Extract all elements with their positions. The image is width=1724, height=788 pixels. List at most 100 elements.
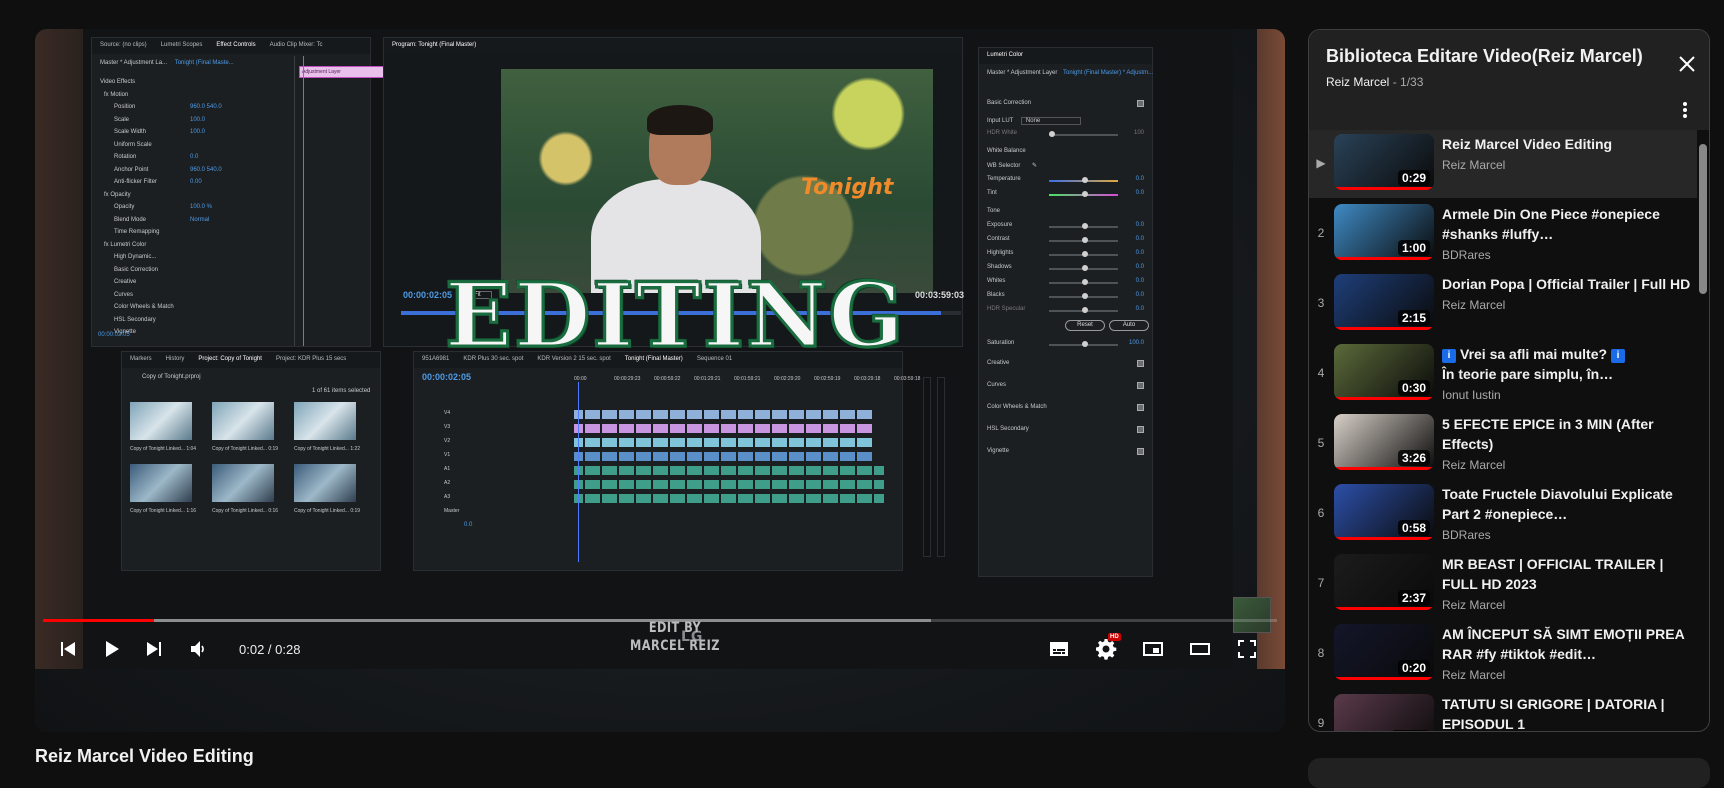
playlist-item-channel[interactable]: Ionut Iustin xyxy=(1442,388,1693,402)
playlist-item-channel[interactable]: Reiz Marcel xyxy=(1442,668,1693,682)
clip-thumbnail[interactable] xyxy=(294,464,356,502)
auto-button[interactable]: Auto xyxy=(1109,320,1149,331)
close-playlist-button[interactable] xyxy=(1675,52,1699,76)
miniplayer-button[interactable] xyxy=(1135,631,1171,667)
tone-slider[interactable] xyxy=(1049,293,1118,299)
theater-mode-button[interactable] xyxy=(1182,631,1218,667)
fx-item[interactable]: Anti-flicker Filter xyxy=(100,176,174,189)
clip-thumbnail[interactable] xyxy=(130,402,192,440)
fx-value[interactable]: 100.0 % xyxy=(190,201,212,214)
track-clips[interactable] xyxy=(574,466,884,475)
saturation-slider[interactable] xyxy=(1049,341,1118,347)
reset-button[interactable]: Reset xyxy=(1065,320,1105,331)
playlist-item-channel[interactable]: BDRares xyxy=(1442,528,1693,542)
input-lut-select[interactable]: None xyxy=(1020,117,1082,125)
lumetri-section[interactable]: Color Wheels & Match xyxy=(987,404,1144,411)
section-checkbox[interactable] xyxy=(1137,404,1144,411)
fx-item[interactable]: Rotation xyxy=(100,151,174,164)
fx-item[interactable]: Uniform Scale xyxy=(100,139,174,152)
playlist-item-channel[interactable]: Reiz Marcel xyxy=(1442,158,1693,172)
clip-thumbnail[interactable] xyxy=(212,402,274,440)
track-clips[interactable] xyxy=(574,438,874,447)
eyedropper-icon[interactable]: ✎ xyxy=(1032,163,1037,169)
settings-button[interactable]: HD xyxy=(1088,631,1124,667)
track-label[interactable]: V1 xyxy=(444,452,450,458)
previous-button[interactable] xyxy=(49,631,85,667)
scrollbar-thumb[interactable] xyxy=(1699,144,1707,294)
mute-button[interactable] xyxy=(181,631,217,667)
playlist-item[interactable]: 6 0:58 Toate Fructele Diavolului Explicate… xyxy=(1309,480,1697,548)
playlist-title[interactable]: Biblioteca Editare Video(Reiz Marcel) xyxy=(1326,46,1643,67)
playlist-item-thumbnail[interactable]: 0:29 xyxy=(1334,134,1434,190)
clip-thumbnail[interactable] xyxy=(130,464,192,502)
playlist-item-thumbnail[interactable]: 15:27 xyxy=(1334,694,1434,731)
section-checkbox[interactable] xyxy=(1137,426,1144,433)
playlist-item-thumbnail[interactable]: 1:00 xyxy=(1334,204,1434,260)
track-label[interactable]: Master xyxy=(444,508,459,514)
playlist-item[interactable]: 3 2:15 Dorian Popa | Official Trailer | Fu… xyxy=(1309,270,1697,338)
playlist-item-thumbnail[interactable]: 0:20 xyxy=(1334,624,1434,680)
track-clips[interactable] xyxy=(574,480,884,489)
fx-item[interactable]: Opacity xyxy=(100,201,174,214)
wb-slider[interactable] xyxy=(1049,177,1118,183)
track-clips[interactable] xyxy=(574,424,874,433)
playlist-item[interactable]: 7 2:37 MR BEAST | OFFICIAL TRAILER | FULL … xyxy=(1309,550,1697,618)
fx-item[interactable]: Anchor Point xyxy=(100,164,174,177)
fx-item[interactable]: High Dynamic... xyxy=(100,251,174,264)
playlist-item-channel[interactable]: Reiz Marcel xyxy=(1442,598,1693,612)
lumetri-section[interactable]: Curves xyxy=(987,382,1144,389)
fx-item[interactable]: Position xyxy=(100,101,174,114)
tone-slider[interactable] xyxy=(1049,223,1118,229)
section-checkbox[interactable] xyxy=(1137,382,1144,389)
fx-item[interactable]: Scale Width xyxy=(100,126,174,139)
fx-item[interactable]: Creative xyxy=(100,276,174,289)
track-clips[interactable] xyxy=(574,452,874,461)
section-checkbox[interactable] xyxy=(1137,448,1144,455)
tone-slider[interactable] xyxy=(1049,279,1118,285)
fx-value[interactable]: 960.0 540.0 xyxy=(190,101,222,114)
playlist-item-channel[interactable]: Reiz Marcel xyxy=(1442,458,1693,472)
playlist-item-thumbnail[interactable]: 3:26 xyxy=(1334,414,1434,470)
playlist-item[interactable]: 5 3:26 5 EFECTE EPICE in 3 MIN (After Effe… xyxy=(1309,410,1697,478)
playlist-owner[interactable]: Reiz Marcel xyxy=(1326,75,1389,89)
fx-item[interactable]: Blend Mode xyxy=(100,214,174,227)
playlist-item-current[interactable]: ▶ 0:29 Reiz Marcel Video Editing Reiz Marce… xyxy=(1309,130,1697,198)
playlist-item-thumbnail[interactable]: 2:15 xyxy=(1334,274,1434,330)
tone-slider[interactable] xyxy=(1049,251,1118,257)
track-label[interactable]: V4 xyxy=(444,410,450,416)
playlist-item-channel[interactable]: Reiz Marcel xyxy=(1442,298,1693,312)
fx-value[interactable]: 0.0 xyxy=(190,151,198,164)
playlist-item-thumbnail[interactable]: 0:58 xyxy=(1334,484,1434,540)
fx-item[interactable]: fx Motion xyxy=(100,89,174,102)
playlist-item-thumbnail[interactable]: 0:30 xyxy=(1334,344,1434,400)
tone-slider[interactable] xyxy=(1049,265,1118,271)
track-clips[interactable] xyxy=(574,410,874,419)
fx-item[interactable]: fx Lumetri Color xyxy=(100,239,174,252)
video-player[interactable]: Source: (no clips) Lumetri Scopes Effect… xyxy=(35,29,1285,732)
fullscreen-button[interactable] xyxy=(1229,631,1265,667)
track-label[interactable]: V3 xyxy=(444,424,450,430)
clip-thumbnail[interactable] xyxy=(212,464,274,502)
subtitles-button[interactable] xyxy=(1041,631,1077,667)
tone-slider[interactable] xyxy=(1049,307,1118,313)
playlist-item-channel[interactable]: BDRares xyxy=(1442,248,1693,262)
section-checkbox[interactable] xyxy=(1137,360,1144,367)
playlist-menu-button[interactable] xyxy=(1675,100,1695,120)
fx-value[interactable]: 0.00 xyxy=(190,176,202,189)
fx-value[interactable]: 100.0 xyxy=(190,126,205,139)
playlist-scrollbar[interactable] xyxy=(1699,134,1707,729)
track-label[interactable]: A1 xyxy=(444,466,450,472)
fx-value[interactable]: Normal xyxy=(190,214,209,227)
fx-value[interactable]: 960.0 540.0 xyxy=(190,164,222,177)
lumetri-section[interactable]: HSL Secondary xyxy=(987,426,1144,433)
next-button[interactable] xyxy=(137,631,173,667)
hdr-white-slider[interactable] xyxy=(1049,131,1118,137)
wb-slider[interactable] xyxy=(1049,191,1118,197)
fx-item[interactable]: Time Remapping xyxy=(100,226,174,239)
fx-item[interactable]: Scale xyxy=(100,114,174,127)
playlist-item[interactable]: 9 15:27 TATUTU SI GRIGORE | DATORIA | EPIS… xyxy=(1309,690,1697,731)
track-label[interactable]: V2 xyxy=(444,438,450,444)
timeline-playhead[interactable] xyxy=(578,382,579,562)
track-clips[interactable] xyxy=(574,494,884,503)
tone-slider[interactable] xyxy=(1049,237,1118,243)
